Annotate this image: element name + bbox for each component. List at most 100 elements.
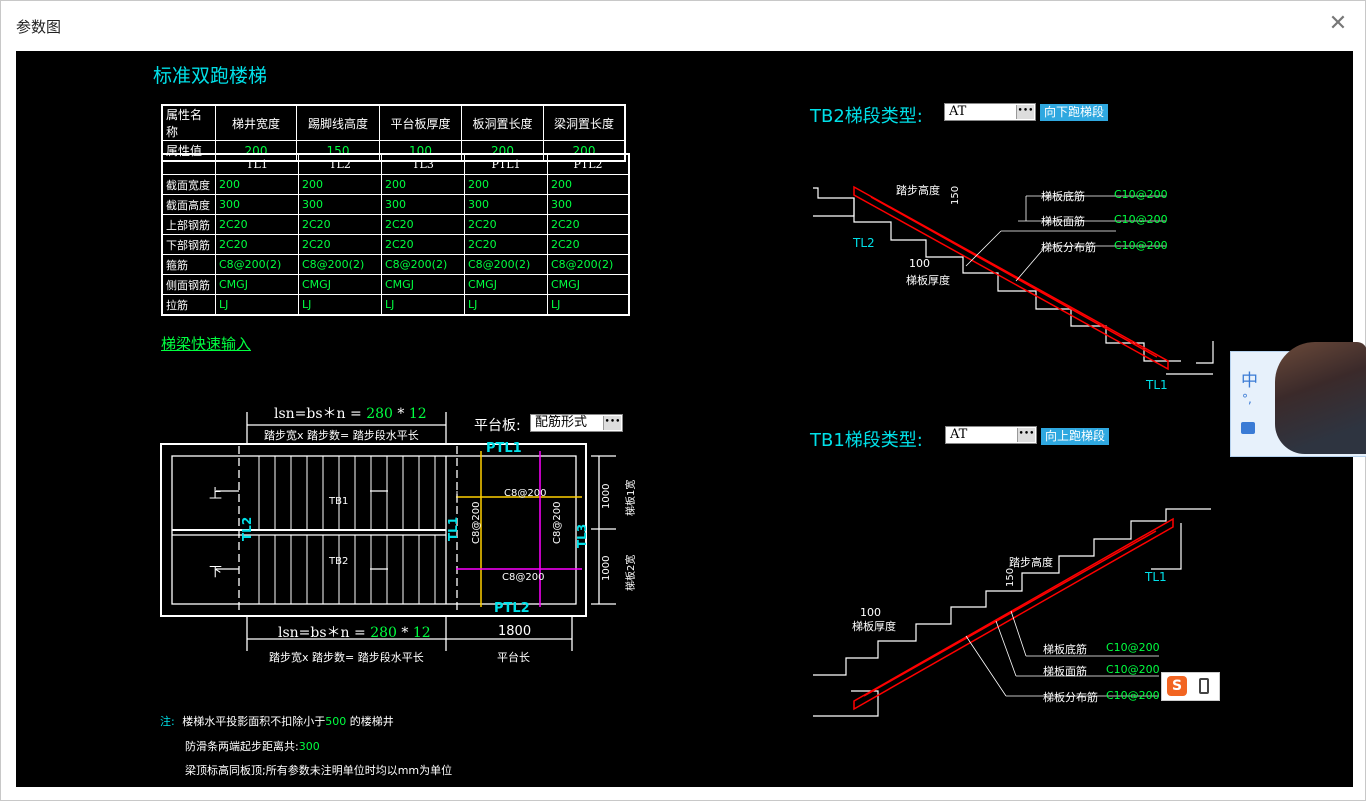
ellipsis-icon[interactable]: •••: [1016, 105, 1034, 119]
beam-cell[interactable]: 2C20: [215, 214, 299, 235]
beam-row: 截面高度 300 300 300 300 300: [161, 194, 630, 215]
props-header: 平台板厚度: [379, 104, 462, 141]
beam-cell[interactable]: 300: [547, 194, 630, 215]
plan-rebar-label: C8@200: [471, 501, 482, 544]
beam-cell[interactable]: 2C20: [547, 234, 630, 255]
beam-cell[interactable]: 2C20: [464, 214, 548, 235]
beam-cell[interactable]: C8@200(2): [298, 254, 382, 275]
step-height-value[interactable]: 150: [1005, 568, 1016, 587]
platform-length-caption: 平台长: [497, 651, 530, 664]
beam-cell[interactable]: C8@200(2): [381, 254, 465, 275]
beam-cell[interactable]: C8@200(2): [215, 254, 299, 275]
beam-cell[interactable]: 300: [464, 194, 548, 215]
platform-length-value[interactable]: 1800: [498, 624, 531, 639]
top-bar-value[interactable]: C10@200: [1114, 213, 1168, 226]
note-line-1: 注: 楼梯水平投影面积不扣除小于500 的楼梯井: [160, 713, 394, 729]
beam-cell[interactable]: CMGJ: [381, 274, 465, 295]
dim-label: 1000: [601, 555, 612, 581]
beam-cell[interactable]: 200: [547, 174, 630, 195]
bottom-bar-value[interactable]: C10@200: [1114, 188, 1168, 201]
beam-cell[interactable]: 300: [215, 194, 299, 215]
beam-cell[interactable]: 200: [381, 174, 465, 195]
beam-cell[interactable]: LJ: [381, 294, 465, 316]
beam-cell[interactable]: 300: [381, 194, 465, 215]
quick-input-link[interactable]: 梯梁快速输入: [161, 333, 251, 354]
formula-prefix: lsn=bs＊n =: [274, 406, 367, 422]
ime-side-widget[interactable]: 中 °,: [1230, 342, 1366, 457]
beam-cell[interactable]: 2C20: [547, 214, 630, 235]
bottom-bar-label: 梯板底筋: [1041, 190, 1085, 203]
props-header: 梯井宽度: [215, 104, 297, 141]
note-value[interactable]: 500: [325, 715, 346, 728]
props-header: 属性名称: [161, 104, 216, 141]
note-value[interactable]: 300: [299, 740, 320, 753]
beam-cell[interactable]: 200: [215, 174, 299, 195]
props-header: 梁洞置长度: [543, 104, 626, 141]
dist-bar-value[interactable]: C10@200: [1106, 689, 1160, 702]
top-bar-value[interactable]: C10@200: [1106, 663, 1160, 676]
plan-rebar-label: C8@200: [552, 501, 563, 544]
tl2-plan-label: TL2: [240, 516, 254, 541]
step-height-label: 踏步高度: [896, 184, 940, 197]
width-label: 梯板2宽: [626, 554, 637, 591]
window-title: 参数图: [16, 18, 62, 36]
platform-select[interactable]: 配筋形式 •••: [530, 414, 623, 432]
props-header: 踢脚线高度: [296, 104, 380, 141]
note-line-2: 防滑条两端起步距离共:300: [185, 738, 320, 754]
tb1-type-select[interactable]: AT •••: [945, 426, 1037, 444]
note-prefix: 注:: [160, 715, 175, 728]
beam-cell[interactable]: LJ: [547, 294, 630, 316]
tl1-plan-label: TL1: [446, 516, 460, 541]
thickness-label: 梯板厚度: [906, 274, 950, 287]
close-icon[interactable]: ✕: [1325, 11, 1351, 37]
thickness-value[interactable]: 100: [909, 257, 930, 270]
beam-row-label: 侧面钢筋: [161, 274, 216, 295]
beam-cell[interactable]: 2C20: [298, 214, 382, 235]
beam-cell[interactable]: LJ: [215, 294, 299, 316]
beam-cell[interactable]: 300: [298, 194, 382, 215]
run-down-button[interactable]: 向下跑梯段: [1040, 104, 1109, 121]
beam-cell[interactable]: 2C20: [381, 214, 465, 235]
beam-cell[interactable]: CMGJ: [464, 274, 548, 295]
beam-row-label: 拉筋: [161, 294, 216, 316]
plan-rebar-label: C8@200: [504, 488, 547, 499]
sogou-icon[interactable]: S: [1167, 676, 1187, 696]
sogou-ime-toolbar[interactable]: S: [1161, 672, 1220, 701]
tb1-slab-red: [853, 517, 1174, 711]
beam-cell[interactable]: 2C20: [381, 234, 465, 255]
expand-icon[interactable]: [1199, 678, 1209, 694]
beam-row-label: 下部钢筋: [161, 234, 216, 255]
beam-row: 箍筋 C8@200(2) C8@200(2) C8@200(2) C8@200(2) C8…: [161, 254, 630, 275]
formula-n[interactable]: 12: [413, 625, 431, 641]
props-header: 板洞置长度: [461, 104, 544, 141]
beam-cell[interactable]: C8@200(2): [464, 254, 548, 275]
formula-n[interactable]: 12: [409, 406, 427, 422]
leader-lines: [965, 195, 1166, 697]
beam-cell[interactable]: LJ: [298, 294, 382, 316]
platform-select-value: 配筋形式: [535, 415, 588, 430]
beam-cell[interactable]: C8@200(2): [547, 254, 630, 275]
tb1-tl1-label: TL1: [1145, 570, 1167, 584]
beam-row: 下部钢筋 2C20 2C20 2C20 2C20 2C20: [161, 234, 630, 255]
beam-cell[interactable]: 2C20: [464, 234, 548, 255]
beam-cell[interactable]: 200: [464, 174, 548, 195]
tb2-tl2-label: TL2: [853, 236, 875, 250]
tb2-type-label: TB2梯段类型:: [810, 106, 923, 127]
dist-bar-value[interactable]: C10@200: [1114, 239, 1168, 252]
beam-cell[interactable]: CMGJ: [215, 274, 299, 295]
width-label: 梯板1宽: [626, 479, 637, 516]
bottom-bar-value[interactable]: C10@200: [1106, 641, 1160, 654]
step-height-value[interactable]: 150: [950, 186, 961, 205]
run-up-button[interactable]: 向上跑梯段: [1041, 428, 1110, 445]
beam-cell[interactable]: LJ: [464, 294, 548, 316]
formula-bs[interactable]: 280: [366, 406, 393, 422]
beam-cell[interactable]: 2C20: [215, 234, 299, 255]
ellipsis-icon[interactable]: •••: [1017, 428, 1035, 442]
beam-cell[interactable]: CMGJ: [547, 274, 630, 295]
beam-cell[interactable]: 2C20: [298, 234, 382, 255]
beam-cell[interactable]: CMGJ: [298, 274, 382, 295]
formula-bs[interactable]: 280: [370, 625, 397, 641]
tb2-type-select[interactable]: AT •••: [944, 103, 1036, 121]
beam-cell[interactable]: 200: [298, 174, 382, 195]
ellipsis-icon[interactable]: •••: [603, 416, 621, 430]
